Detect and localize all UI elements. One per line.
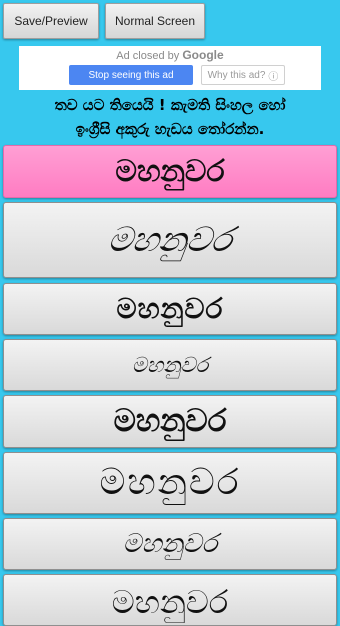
font-option-8[interactable]: මහනුවර xyxy=(3,574,337,626)
google-logo: Google xyxy=(182,48,224,62)
font-option-label: මහනුවර xyxy=(115,154,225,189)
font-option-4[interactable]: මහනුවර xyxy=(3,339,337,391)
font-option-label: මහනුවර xyxy=(105,220,235,260)
font-option-label: මහනුවර xyxy=(111,583,229,621)
stop-seeing-ad-button[interactable]: Stop seeing this ad xyxy=(69,65,193,85)
save-preview-button[interactable]: Save/Preview xyxy=(3,3,99,39)
instructions-text: තව යට තියෙයි ! කැමති සිංහල හෝ ඉංග්‍රීසි … xyxy=(54,96,286,138)
font-option-3[interactable]: මහනුවර xyxy=(3,283,337,335)
why-this-ad-button[interactable]: Why this ad? ⓘ xyxy=(201,65,285,85)
ad-closed-notice: Ad closed by Google xyxy=(19,48,321,62)
ad-banner: Ad closed by Google Stop seeing this ad … xyxy=(19,46,321,90)
font-option-5[interactable]: මහනුවර xyxy=(3,395,337,448)
ad-closed-text: Ad closed by xyxy=(116,50,180,62)
font-option-2[interactable]: මහනුවර xyxy=(3,202,337,278)
font-option-label: මහනුවර xyxy=(113,403,227,439)
normal-screen-button[interactable]: Normal Screen xyxy=(105,3,205,39)
top-toolbar: Save/Preview Normal Screen xyxy=(0,0,340,44)
font-option-7[interactable]: මහනුවර xyxy=(3,518,337,570)
font-option-1[interactable]: මහනුවර xyxy=(3,145,337,198)
font-option-label: මහනුවර xyxy=(122,528,218,559)
font-option-label: මහනුවර xyxy=(116,292,224,325)
font-option-label: මහනුවර xyxy=(131,352,209,377)
font-option-6[interactable]: මහනුවර xyxy=(3,452,337,514)
why-this-ad-label: Why this ad? xyxy=(207,69,266,81)
info-icon: ⓘ xyxy=(268,71,279,83)
font-option-label: මහනුවර xyxy=(99,462,241,503)
